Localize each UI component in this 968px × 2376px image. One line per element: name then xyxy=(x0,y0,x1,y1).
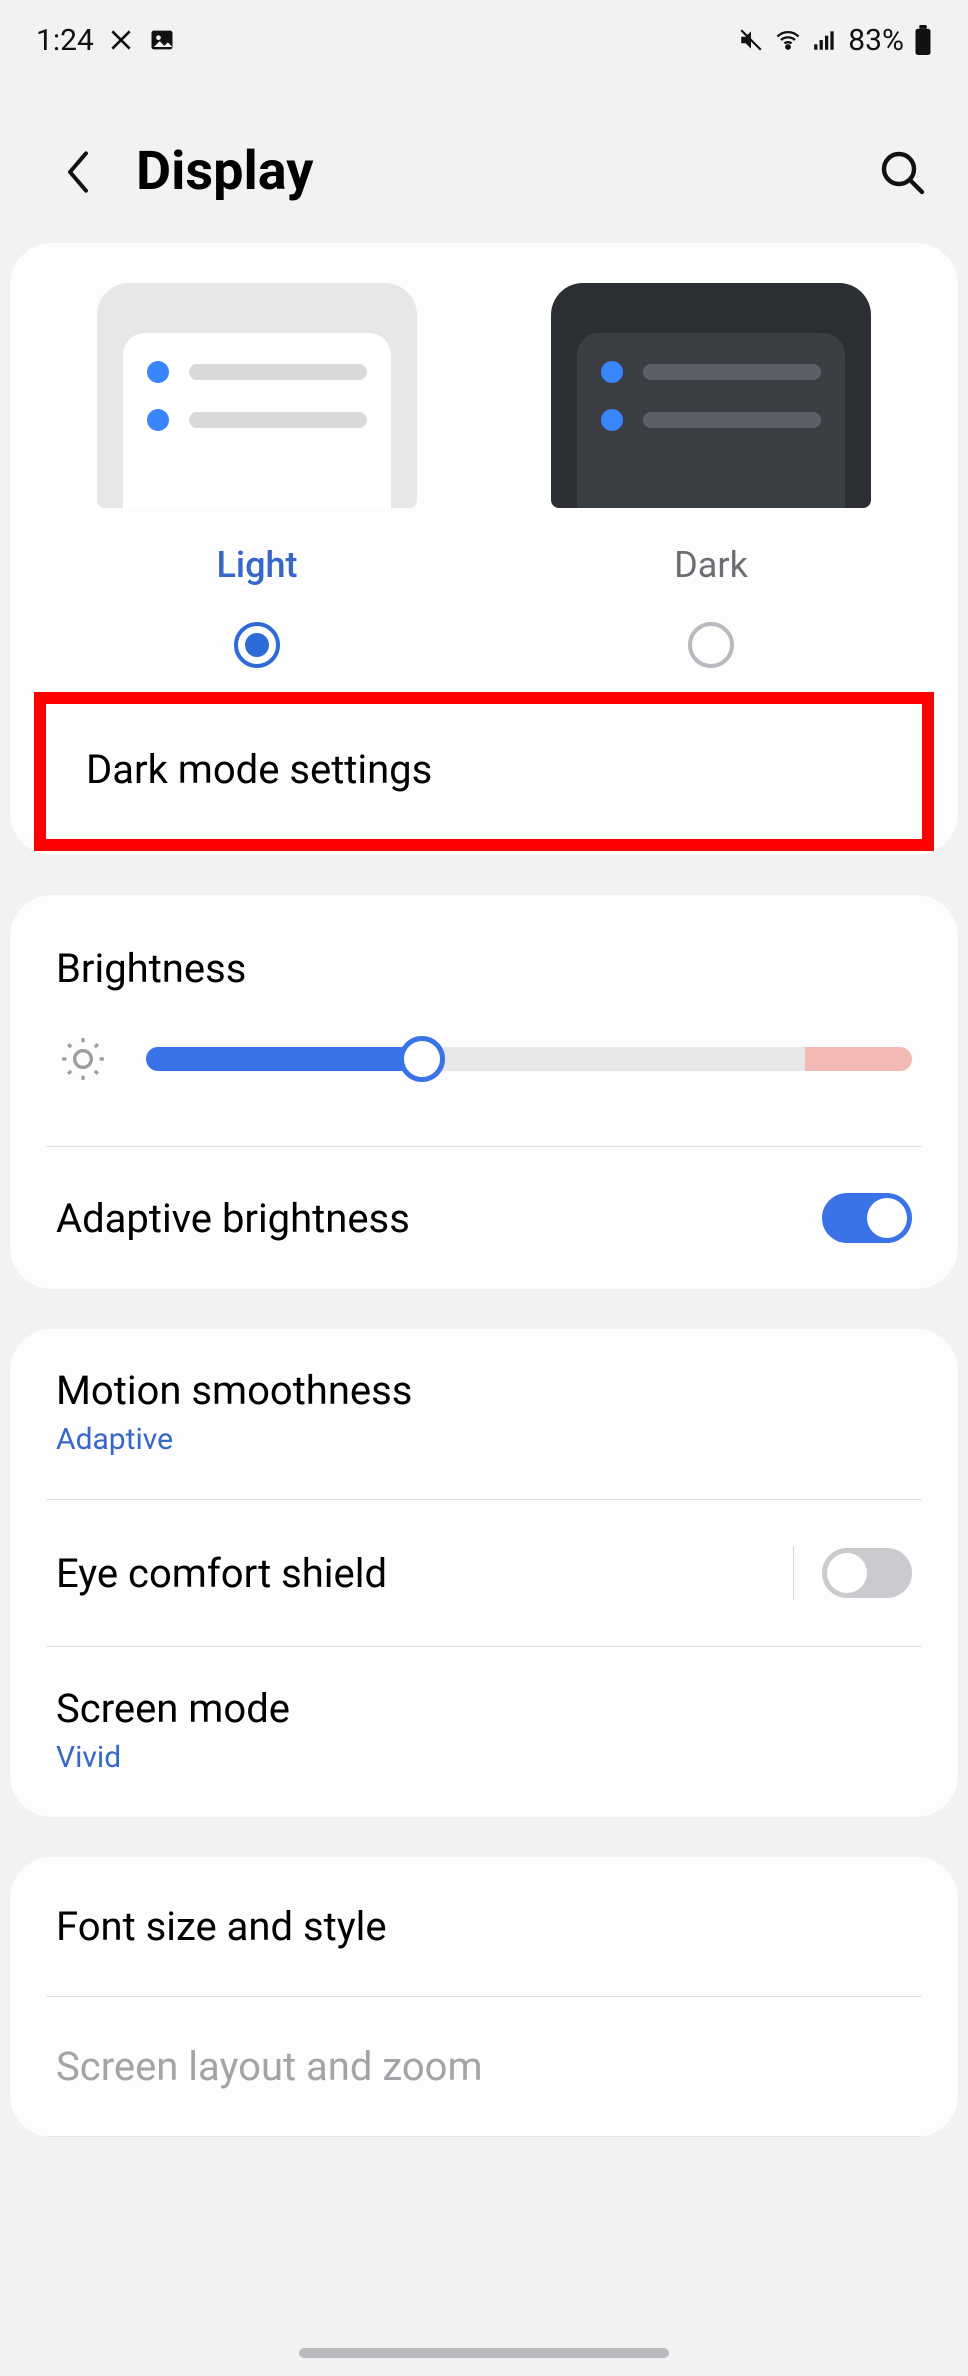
light-theme-radio[interactable] xyxy=(234,622,280,668)
toggle-separator xyxy=(793,1546,794,1600)
screen-mode-row[interactable]: Screen mode Vivid xyxy=(10,1647,958,1817)
motion-smoothness-row[interactable]: Motion smoothness Adaptive xyxy=(10,1329,958,1499)
picture-icon xyxy=(148,26,176,54)
status-time: 1:24 xyxy=(36,23,94,58)
font-card: Font size and style Screen layout and zo… xyxy=(10,1857,958,2137)
dark-theme-thumbnail xyxy=(551,283,871,508)
font-size-row[interactable]: Font size and style xyxy=(10,1857,958,1996)
page-title: Display xyxy=(136,140,872,203)
adaptive-brightness-label: Adaptive brightness xyxy=(56,1195,822,1242)
brightness-fill xyxy=(146,1047,422,1071)
dark-theme-radio[interactable] xyxy=(688,622,734,668)
signal-icon xyxy=(812,27,838,53)
status-left: 1:24 xyxy=(36,23,176,58)
brightness-card: Brightness Adaptive brightness xyxy=(10,895,958,1289)
dark-mode-settings-row[interactable]: Dark mode settings xyxy=(40,698,928,845)
eye-comfort-label: Eye comfort shield xyxy=(56,1550,793,1597)
battery-icon xyxy=(914,25,932,55)
status-bar: 1:24 xyxy=(0,0,968,80)
font-size-label: Font size and style xyxy=(56,1903,912,1950)
motion-smoothness-label: Motion smoothness xyxy=(56,1367,912,1414)
battery-percent: 83% xyxy=(848,23,904,58)
dark-theme-label: Dark xyxy=(674,544,748,586)
brightness-slider-row xyxy=(10,1022,958,1146)
x-app-icon xyxy=(108,27,134,53)
screen-mode-value: Vivid xyxy=(56,1740,912,1775)
divider xyxy=(46,2136,922,2137)
nav-handle[interactable] xyxy=(299,2348,669,2358)
screen-layout-zoom-row[interactable]: Screen layout and zoom xyxy=(10,1997,958,2136)
light-theme-thumbnail xyxy=(97,283,417,508)
screen-layout-zoom-label: Screen layout and zoom xyxy=(56,2043,912,2090)
light-theme-label: Light xyxy=(216,544,297,586)
theme-option-light[interactable]: Light xyxy=(50,283,464,668)
theme-card: Light Dark Dark mode settings xyxy=(10,243,958,855)
brightness-thumb[interactable] xyxy=(399,1036,445,1082)
brightness-slider[interactable] xyxy=(146,1047,912,1071)
page-header: Display xyxy=(0,80,968,243)
motion-smoothness-value: Adaptive xyxy=(56,1422,912,1457)
display-options-card: Motion smoothness Adaptive Eye comfort s… xyxy=(10,1329,958,1817)
brightness-icon xyxy=(56,1032,110,1086)
theme-row: Light Dark xyxy=(10,243,958,688)
search-button[interactable] xyxy=(872,142,932,202)
adaptive-brightness-toggle[interactable] xyxy=(822,1193,912,1243)
adaptive-brightness-row[interactable]: Adaptive brightness xyxy=(10,1147,958,1289)
wifi-icon xyxy=(774,26,802,54)
brightness-title: Brightness xyxy=(10,895,958,1022)
brightness-warn-zone xyxy=(805,1047,912,1071)
eye-comfort-toggle[interactable] xyxy=(822,1548,912,1598)
mute-icon xyxy=(738,27,764,53)
eye-comfort-row[interactable]: Eye comfort shield xyxy=(10,1500,958,1646)
dark-mode-settings-label: Dark mode settings xyxy=(86,746,432,793)
theme-option-dark[interactable]: Dark xyxy=(504,283,918,668)
screen-mode-label: Screen mode xyxy=(56,1685,912,1732)
back-button[interactable] xyxy=(48,142,108,202)
status-right: 83% xyxy=(738,23,932,58)
